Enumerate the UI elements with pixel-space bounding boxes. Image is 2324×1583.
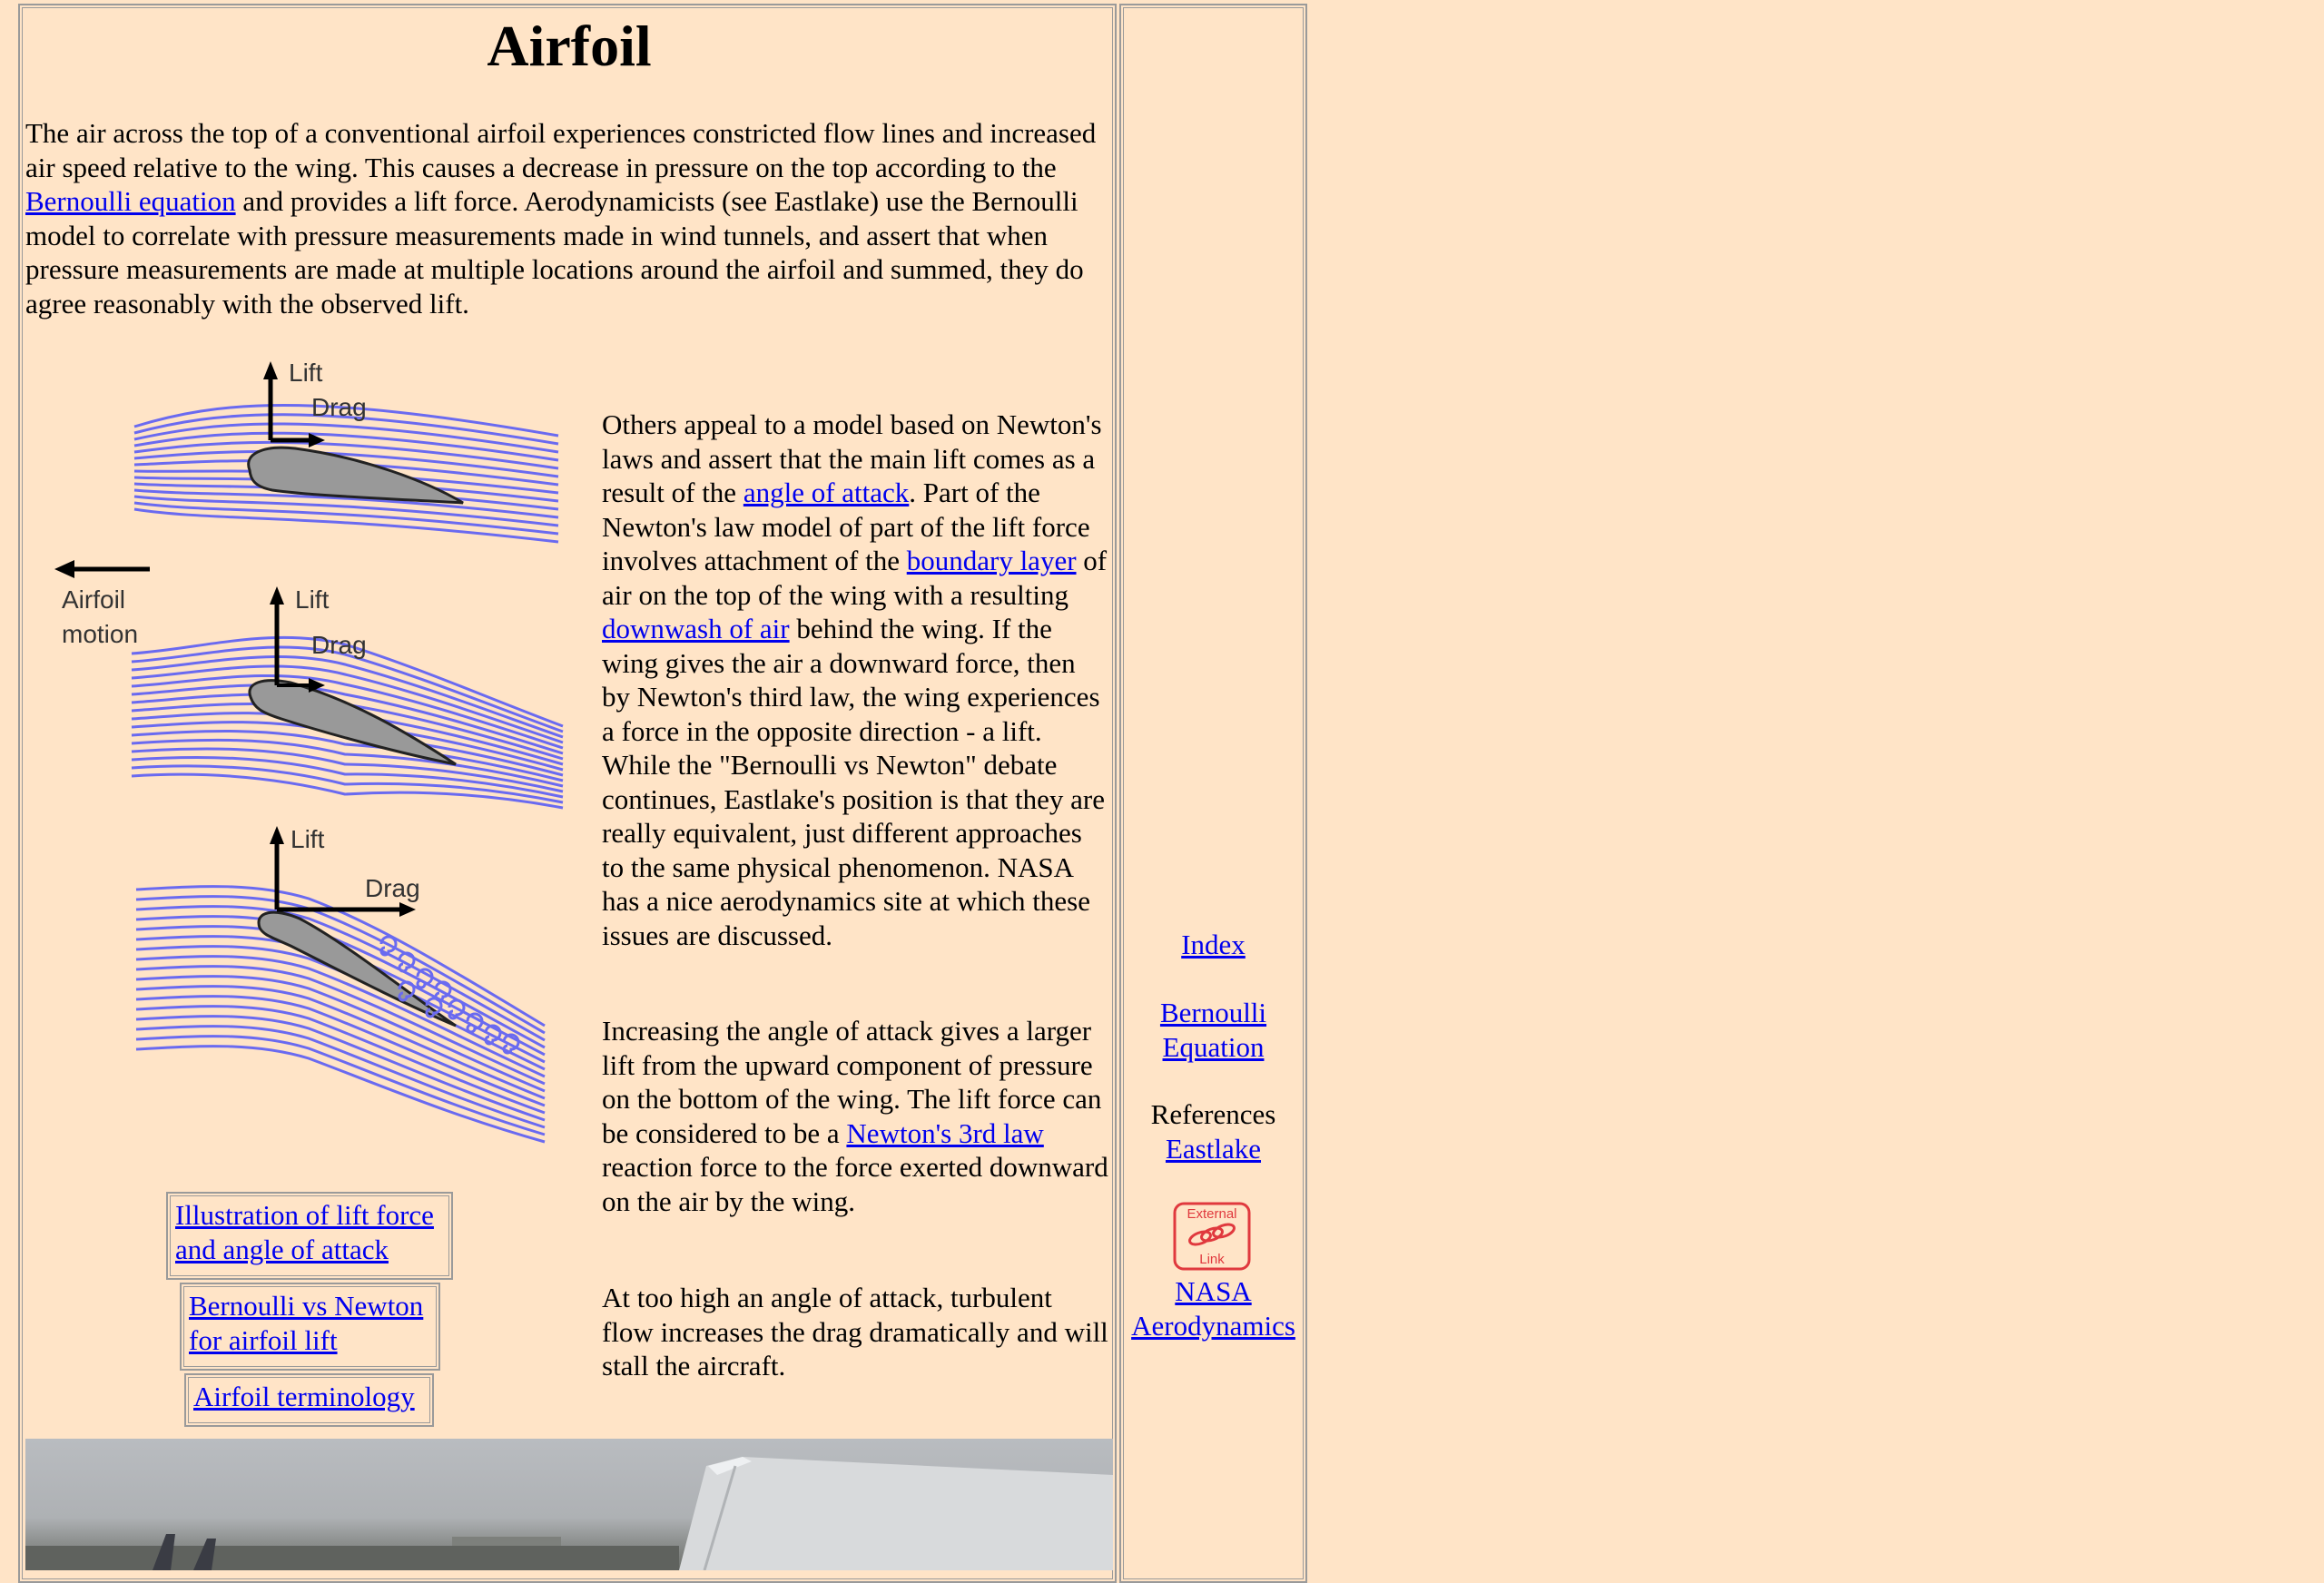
airfoil-terminology-link[interactable]: Airfoil terminology <box>193 1381 415 1412</box>
airfoil-motion-label-2: motion <box>62 620 138 648</box>
link-icon-text: Link <box>1199 1252 1225 1267</box>
diagram-bottom: Lift Drag <box>135 825 546 1144</box>
boundary-layer-link[interactable]: boundary layer <box>907 545 1077 576</box>
bernoulli-equation-link[interactable]: Bernoulli equation <box>25 185 236 217</box>
eastlake-link[interactable]: Eastlake <box>1119 1132 1307 1166</box>
bernoulli-vs-newton-box: Bernoulli vs Newton for airfoil lift <box>180 1283 440 1371</box>
lift-label-mid: Lift <box>295 585 330 614</box>
references-label: References <box>1150 1098 1276 1130</box>
diagram-middle: Lift Drag <box>131 585 564 810</box>
angle-paragraph: Increasing the angle of attack gives a l… <box>602 1014 1110 1218</box>
lift-label-bottom: Lift <box>290 825 325 853</box>
page-title: Airfoil <box>487 14 652 78</box>
nasa-aerodynamics-link[interactable]: NASA Aerodynamics <box>1119 1274 1307 1342</box>
bernoulli-equation-side-link[interactable]: Bernoulli Equation <box>1119 996 1307 1064</box>
external-icon-text: External <box>1187 1206 1236 1222</box>
intro-text-1: The air across the top of a conventional… <box>25 117 1097 183</box>
flow-line-top <box>133 431 559 462</box>
bernoulli-vs-newton-link[interactable]: Bernoulli vs Newton for airfoil lift <box>189 1290 423 1356</box>
photo-scene <box>25 1457 1113 1570</box>
angle-of-attack-link[interactable]: angle of attack <box>743 477 909 508</box>
airfoil-motion-label-1: Airfoil <box>62 585 125 614</box>
lift-illustration-link[interactable]: Illustration of lift force and angle of … <box>175 1199 434 1265</box>
sidebar-frame <box>1119 4 1307 1583</box>
lift-label-top: Lift <box>289 359 323 387</box>
diagram-motion-arrow: Airfoil motion <box>54 560 150 648</box>
newtons-3rd-law-link[interactable]: Newton's 3rd law <box>846 1117 1043 1149</box>
downwash-of-air-link[interactable]: downwash of air <box>602 613 790 644</box>
airfoil-flow-diagram: Lift Drag Airfoil motion Lift Drag Lift … <box>54 359 564 1144</box>
newton-text-4: behind the wing. If the wing gives the a… <box>602 613 1105 951</box>
diagram-top: Lift Drag <box>133 359 559 544</box>
stall-paragraph: At too high an angle of attack, turbulen… <box>602 1282 1108 1381</box>
newton-paragraph: Others appeal to a model based on Newton… <box>602 408 1110 952</box>
airplane-wing-photo <box>25 1439 1113 1570</box>
angle-text-2: reaction force to the force exerted down… <box>602 1151 1108 1217</box>
intro-paragraph: The air across the top of a conventional… <box>25 116 1115 320</box>
airfoil-terminology-box: Airfoil terminology <box>184 1373 434 1427</box>
index-link[interactable]: Index <box>1119 928 1307 962</box>
flow-line-bottom <box>135 965 546 1086</box>
lift-illustration-box: Illustration of lift force and angle of … <box>166 1192 453 1280</box>
drag-label-top: Drag <box>311 393 367 421</box>
drag-label-bottom: Drag <box>365 874 420 902</box>
drag-label-mid: Drag <box>311 631 367 659</box>
external-link-icon[interactable]: External Link <box>1173 1202 1251 1271</box>
